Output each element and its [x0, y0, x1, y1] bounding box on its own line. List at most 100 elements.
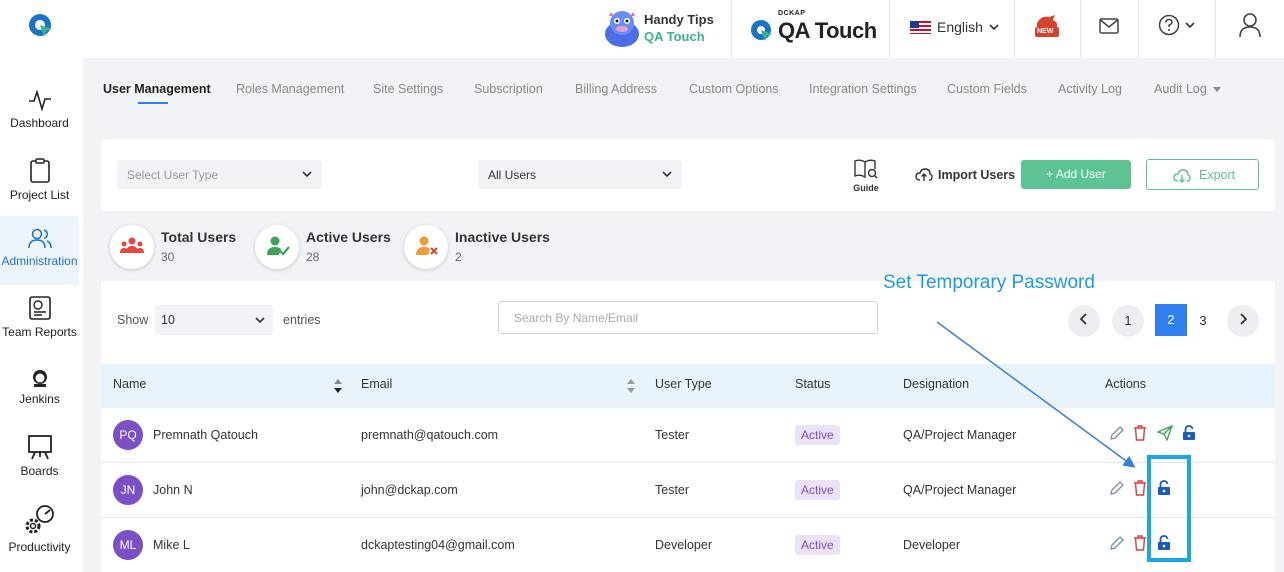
table-row: JN John N john@dckap.com Tester Active Q…: [101, 463, 1275, 518]
us-flag-icon: [910, 20, 931, 34]
board-icon: [27, 435, 52, 460]
avatar: JN: [113, 475, 143, 505]
tab-audit-log[interactable]: Audit Log: [1154, 82, 1222, 96]
sidebar-item-boards[interactable]: Boards: [0, 434, 79, 502]
tab-billing-address[interactable]: Billing Address: [575, 82, 657, 96]
prev-page-button[interactable]: [1068, 305, 1100, 337]
user-type: Tester: [655, 428, 690, 442]
sort-icon[interactable]: [626, 378, 636, 394]
avatar: ML: [113, 530, 143, 560]
send-invite-icon[interactable]: [1157, 425, 1173, 441]
tab-roles-management[interactable]: Roles Management: [236, 82, 344, 96]
add-user-button[interactable]: + Add User: [1021, 160, 1131, 189]
column-header-user-type: User Type: [655, 377, 712, 391]
next-page-button[interactable]: [1227, 305, 1259, 337]
user-profile-icon[interactable]: [1238, 12, 1262, 38]
page-1-button[interactable]: 1: [1112, 305, 1144, 337]
user-name: Premnath Qatouch: [153, 428, 258, 442]
sidebar-item-team-reports[interactable]: Team Reports: [0, 295, 79, 363]
tab-site-settings[interactable]: Site Settings: [373, 82, 443, 96]
table-row: PQ Premnath Qatouch premnath@qatouch.com…: [101, 408, 1275, 463]
user-type-select[interactable]: Select User Type: [117, 160, 322, 189]
cloud-upload-icon: [915, 168, 933, 181]
table-header: Name Email User Type Status Designation …: [101, 364, 1275, 408]
entries-select[interactable]: 10: [155, 305, 273, 335]
active-users-value: 28: [306, 250, 320, 264]
entries-value: 10: [161, 313, 175, 327]
rhino-new-icon: [1035, 15, 1059, 37]
cloud-download-icon: [1173, 169, 1191, 183]
user-designation: QA/Project Manager: [903, 428, 1017, 442]
active-tab-indicator: [138, 102, 168, 104]
annotation-label: Set Temporary Password: [883, 272, 1095, 293]
tab-custom-fields[interactable]: Custom Fields: [947, 82, 1027, 96]
sort-icon[interactable]: [333, 378, 343, 394]
sidebar-item-administration[interactable]: Administration: [0, 216, 79, 285]
qatouch-logo-icon: [751, 20, 772, 41]
page-2-button[interactable]: 2: [1155, 304, 1187, 336]
brand-logo: DCKAP QA Touch: [748, 8, 877, 48]
sidebar: Dashboard Project List Administration Te…: [0, 58, 83, 572]
handy-tips[interactable]: Handy Tips QA Touch: [600, 4, 720, 50]
tab-integration-settings[interactable]: Integration Settings: [809, 82, 917, 96]
handy-tips-subtitle: QA Touch: [644, 29, 705, 44]
sidebar-item-label: Administration: [1, 254, 78, 268]
edit-icon[interactable]: [1109, 535, 1125, 551]
sidebar-item-productivity[interactable]: Productivity: [0, 502, 79, 570]
column-header-name[interactable]: Name: [113, 377, 146, 391]
divider: [731, 0, 732, 58]
unlock-icon[interactable]: [1182, 425, 1196, 441]
total-users-title: Total Users: [161, 229, 237, 245]
column-header-email[interactable]: Email: [361, 377, 392, 391]
sidebar-item-dashboard[interactable]: Dashboard: [0, 88, 79, 156]
edit-icon[interactable]: [1109, 425, 1125, 441]
help-menu[interactable]: [1158, 14, 1198, 36]
delete-icon[interactable]: [1133, 480, 1147, 496]
import-users-label: Import Users: [938, 168, 1016, 182]
language-selector[interactable]: English: [910, 17, 999, 37]
clipboard-icon: [29, 158, 50, 183]
brand-name: QA Touch: [778, 18, 877, 43]
user-email: dckaptesting04@gmail.com: [361, 538, 515, 552]
user-designation: QA/Project Manager: [903, 483, 1017, 497]
rhino-mascot-icon: [605, 11, 639, 47]
status-badge: Active: [795, 480, 840, 500]
status-badge: Active: [795, 535, 840, 555]
sidebar-item-label: Dashboard: [10, 116, 69, 130]
delete-icon[interactable]: [1133, 425, 1147, 441]
column-header-status: Status: [795, 377, 831, 391]
user-designation: Developer: [903, 538, 960, 552]
inactive-users-icon-circle: [404, 225, 448, 269]
export-label: Export: [1199, 168, 1236, 182]
user-name: Mike L: [153, 538, 190, 552]
pulse-icon: [28, 89, 51, 112]
search-input[interactable]: Search By Name/Email: [498, 301, 878, 334]
tab-user-management[interactable]: User Management: [103, 82, 211, 96]
user-type: Tester: [655, 483, 690, 497]
delete-icon[interactable]: [1133, 535, 1147, 551]
page-3-button[interactable]: 3: [1187, 305, 1219, 337]
sidebar-item-jenkins[interactable]: Jenkins: [0, 368, 79, 436]
sidebar-item-label: Productivity: [8, 540, 71, 554]
tab-custom-options[interactable]: Custom Options: [689, 82, 779, 96]
caret-down-icon: [1213, 86, 1222, 92]
edit-icon[interactable]: [1109, 480, 1125, 496]
tab-activity-log[interactable]: Activity Log: [1058, 82, 1122, 96]
chevron-right-icon: [1240, 313, 1248, 325]
app-logo[interactable]: [28, 13, 54, 39]
import-users-button[interactable]: Import Users: [915, 166, 1015, 184]
users-group-icon: [120, 237, 144, 253]
report-icon: [28, 296, 51, 320]
guide-button[interactable]: Guide: [850, 158, 882, 194]
chevron-down-icon: [255, 317, 265, 324]
mail-icon[interactable]: [1099, 18, 1119, 34]
entries-label: entries: [283, 313, 321, 327]
user-name: John N: [153, 483, 193, 497]
whats-new-button[interactable]: NEW: [1033, 13, 1061, 39]
user-scope-select[interactable]: All Users: [478, 160, 682, 189]
sidebar-item-label: Project List: [9, 188, 70, 202]
jenkins-icon: [32, 370, 47, 387]
export-button[interactable]: Export: [1146, 159, 1259, 190]
highlight-box: [1147, 455, 1191, 562]
tab-subscription[interactable]: Subscription: [474, 82, 543, 96]
